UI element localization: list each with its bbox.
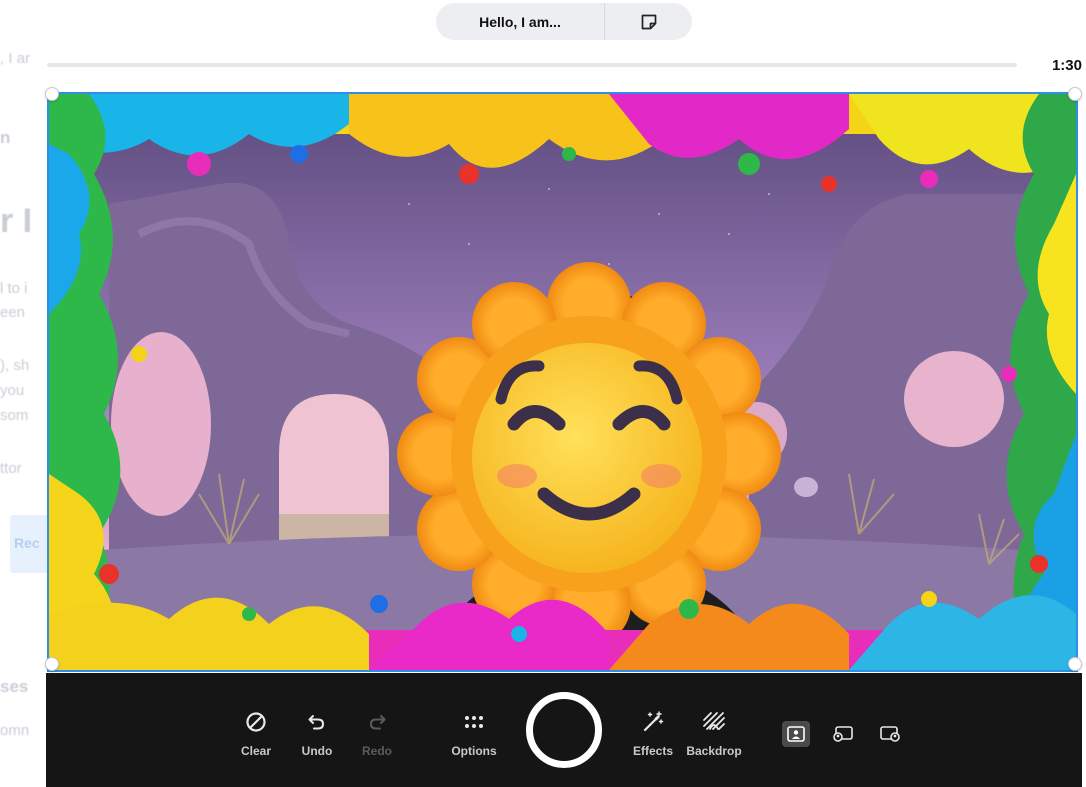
camera-left-layout-icon [833, 726, 853, 742]
backdrop-icon [701, 709, 727, 735]
clear-label: Clear [240, 744, 272, 758]
bg-text-line: ses [0, 677, 29, 696]
redo-button[interactable]: Redo [347, 709, 407, 758]
notes-button[interactable] [605, 3, 692, 40]
undo-icon [304, 709, 330, 735]
bg-text-line: ttor [0, 460, 22, 477]
redo-icon [364, 709, 390, 735]
effects-label: Effects [632, 744, 673, 758]
layout-camera-right-button[interactable] [876, 721, 904, 747]
script-title[interactable]: Hello, I am... [436, 14, 604, 30]
resize-handle-bottom-right[interactable] [1068, 657, 1082, 671]
undo-button[interactable]: Undo [287, 709, 347, 758]
resize-handle-top-left[interactable] [45, 87, 59, 101]
layout-camera-left-button[interactable] [829, 721, 857, 747]
undo-label: Undo [301, 744, 333, 758]
camera-preview[interactable] [47, 92, 1078, 672]
bg-record-button-label: Rec [14, 535, 40, 551]
options-label: Options [451, 744, 497, 758]
recording-timer: 1:30 [1051, 57, 1082, 74]
clear-icon [243, 709, 269, 735]
bg-text-line: l to i [0, 280, 28, 297]
bg-text-line: , I ar [0, 50, 31, 67]
redo-label: Redo [362, 744, 392, 758]
script-title-pill: Hello, I am... [436, 3, 692, 40]
sticky-note-icon [641, 14, 656, 29]
resize-handle-bottom-left[interactable] [45, 657, 59, 671]
record-button[interactable] [526, 692, 602, 768]
bg-text-line: som [0, 407, 29, 424]
bg-text-line: omn [0, 722, 30, 739]
camera-scene [49, 94, 1076, 670]
backdrop-button[interactable]: Backdrop [684, 709, 744, 758]
backdrop-label: Backdrop [686, 744, 742, 758]
camera-only-layout-icon [787, 726, 805, 742]
clear-button[interactable]: Clear [226, 709, 286, 758]
recorder-toolbar: Clear Undo Redo Options Effects Backdrop [46, 673, 1082, 787]
bg-text-line: you [0, 382, 25, 399]
recorder-page: , I ar n r I l to i een ), sh you som tt… [0, 0, 1086, 787]
options-grid-icon [461, 709, 487, 735]
bg-text-line: r I [0, 202, 33, 240]
resize-handle-top-right[interactable] [1068, 87, 1082, 101]
bg-text-line: ), sh [0, 357, 30, 374]
bg-text-line: n [0, 128, 11, 147]
recording-progress-bar [47, 63, 1017, 67]
effects-button[interactable]: Effects [623, 709, 683, 758]
camera-right-layout-icon [880, 726, 900, 742]
options-button[interactable]: Options [444, 709, 504, 758]
layout-camera-only-button[interactable] [782, 721, 810, 747]
bg-text-line: een [0, 304, 26, 321]
magic-wand-icon [640, 709, 666, 735]
